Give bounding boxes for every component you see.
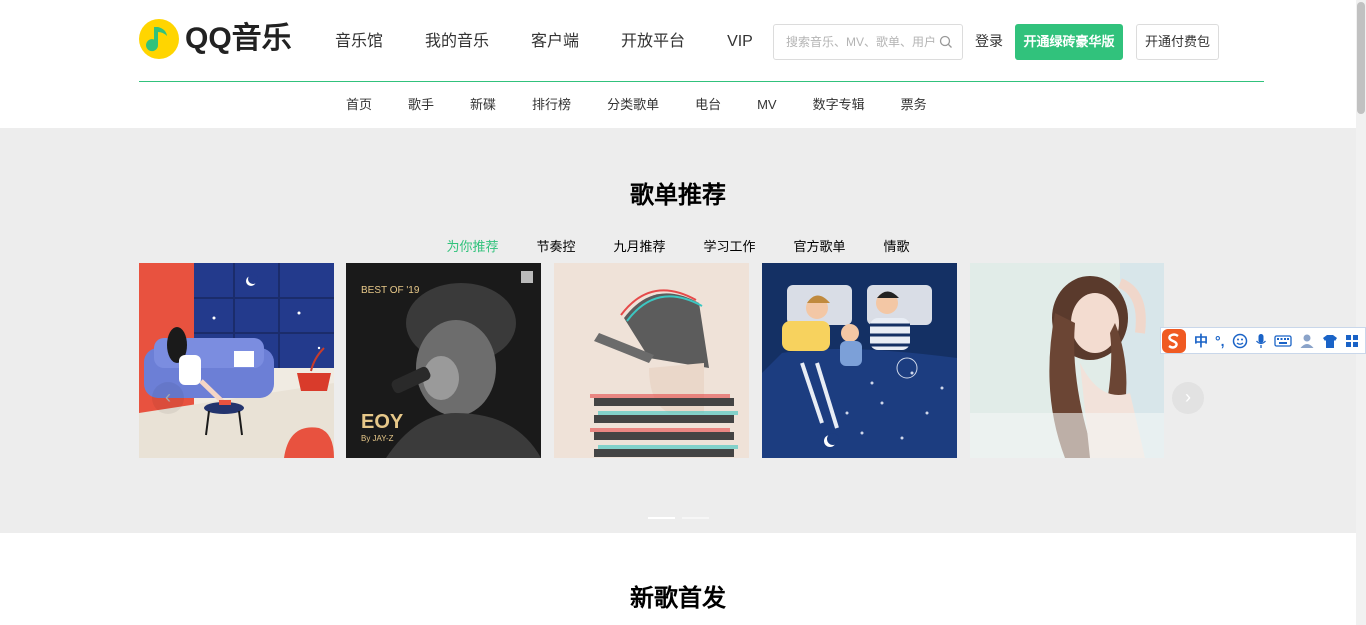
tab-study-work[interactable]: 学习工作 <box>704 236 756 255</box>
sub-nav-item-charts[interactable]: 排行榜 <box>532 88 571 122</box>
qq-music-logo-icon <box>139 19 179 59</box>
logo-text: QQ音乐 <box>185 22 292 55</box>
main-nav-item-my-music[interactable]: 我的音乐 <box>404 24 510 60</box>
tab-september[interactable]: 九月推荐 <box>613 236 665 255</box>
pagination-dot[interactable] <box>648 517 675 519</box>
cover-title-text: EOY <box>361 411 404 433</box>
skin-shirt-icon[interactable] <box>1322 333 1338 349</box>
page-scrollbar[interactable] <box>1356 0 1366 625</box>
open-pay-package-button[interactable]: 开通付费包 <box>1136 24 1219 60</box>
chevron-left-icon: ‹ <box>165 387 171 407</box>
cover-by-text: By JAY-Z <box>361 434 394 443</box>
main-nav-item-vip[interactable]: VIP <box>706 24 774 60</box>
cover-illustration-family <box>762 263 957 458</box>
sub-nav-item-singer[interactable]: 歌手 <box>408 88 434 122</box>
open-vip-button[interactable]: 开通绿砖豪华版 <box>1015 24 1123 60</box>
sub-nav-item-category-playlist[interactable]: 分类歌单 <box>607 88 659 122</box>
search-box <box>773 24 963 60</box>
microphone-icon[interactable] <box>1255 333 1267 349</box>
sub-nav-item-mv[interactable]: MV <box>757 88 777 122</box>
keyboard-icon[interactable] <box>1273 334 1292 348</box>
search-icon[interactable] <box>939 35 953 49</box>
cover-tag-text: BEST OF '19 <box>361 285 420 296</box>
scrollbar-thumb[interactable] <box>1357 2 1365 114</box>
ime-toolbar: 中 °, <box>1160 327 1366 354</box>
playlist-tabs: 为你推荐 节奏控 九月推荐 学习工作 官方歌单 情歌 <box>0 236 1356 255</box>
tab-rhythm[interactable]: 节奏控 <box>536 236 575 255</box>
main-nav-item-open-platform[interactable]: 开放平台 <box>600 24 706 60</box>
cover-illustration-sofa <box>139 263 334 458</box>
cover-illustration-cap <box>554 263 749 458</box>
sub-nav-item-digital-album[interactable]: 数字专辑 <box>813 88 865 122</box>
login-link[interactable]: 登录 <box>975 31 1003 51</box>
playlist-cover[interactable] <box>139 263 334 458</box>
sub-nav-item-new-album[interactable]: 新碟 <box>470 88 496 122</box>
logo[interactable]: QQ音乐 <box>139 19 292 59</box>
toolbox-grid-icon[interactable] <box>1345 334 1359 348</box>
ime-language-toggle[interactable]: 中 <box>1194 331 1208 351</box>
sub-nav-item-tickets[interactable]: 票务 <box>901 88 927 122</box>
header-divider <box>139 81 1264 82</box>
playlist-cover[interactable]: BEST OF '19 EOY By JAY-Z <box>346 263 541 458</box>
emoji-icon[interactable] <box>1232 333 1248 349</box>
carousel-pagination <box>648 517 716 519</box>
playlist-cover[interactable] <box>970 263 1164 458</box>
playlist-cover[interactable] <box>554 263 749 458</box>
page: QQ音乐 音乐馆 我的音乐 客户端 开放平台 VIP 登录 开通绿砖豪华版 开通… <box>0 0 1366 625</box>
tab-love-songs[interactable]: 情歌 <box>884 236 910 255</box>
playlist-recommend-section: 歌单推荐 为你推荐 节奏控 九月推荐 学习工作 官方歌单 情歌 BEST OF … <box>0 128 1356 533</box>
tab-official[interactable]: 官方歌单 <box>794 236 846 255</box>
main-nav-item-client[interactable]: 客户端 <box>510 24 600 60</box>
main-nav: 音乐馆 我的音乐 客户端 开放平台 VIP <box>314 24 774 60</box>
ime-punctuation-toggle[interactable]: °, <box>1215 333 1225 349</box>
newsong-section-title: 新歌首发 <box>630 585 726 612</box>
sogou-ime-logo-icon[interactable] <box>1161 328 1187 354</box>
pagination-dot[interactable] <box>682 517 709 519</box>
tab-for-you[interactable]: 为你推荐 <box>446 236 498 255</box>
cover-photo-jayz: BEST OF '19 EOY By JAY-Z <box>346 263 541 458</box>
carousel-next-button[interactable]: › <box>1172 382 1204 414</box>
header: QQ音乐 音乐馆 我的音乐 客户端 开放平台 VIP 登录 开通绿砖豪华版 开通… <box>0 0 1356 128</box>
user-icon[interactable] <box>1299 333 1315 349</box>
sub-nav-item-home[interactable]: 首页 <box>346 88 372 122</box>
sub-nav: 首页 歌手 新碟 排行榜 分类歌单 电台 MV 数字专辑 票务 <box>314 88 927 122</box>
search-input[interactable] <box>786 25 944 59</box>
playlist-carousel: BEST OF '19 EOY By JAY-Z <box>139 263 1164 458</box>
cover-photo-girl <box>970 263 1164 458</box>
carousel-prev-button[interactable]: ‹ <box>152 382 184 414</box>
main-nav-item-music-hall[interactable]: 音乐馆 <box>314 24 404 60</box>
section-title: 歌单推荐 <box>630 182 726 209</box>
sub-nav-item-radio[interactable]: 电台 <box>695 88 721 122</box>
playlist-cover[interactable] <box>762 263 957 458</box>
chevron-right-icon: › <box>1185 387 1191 407</box>
